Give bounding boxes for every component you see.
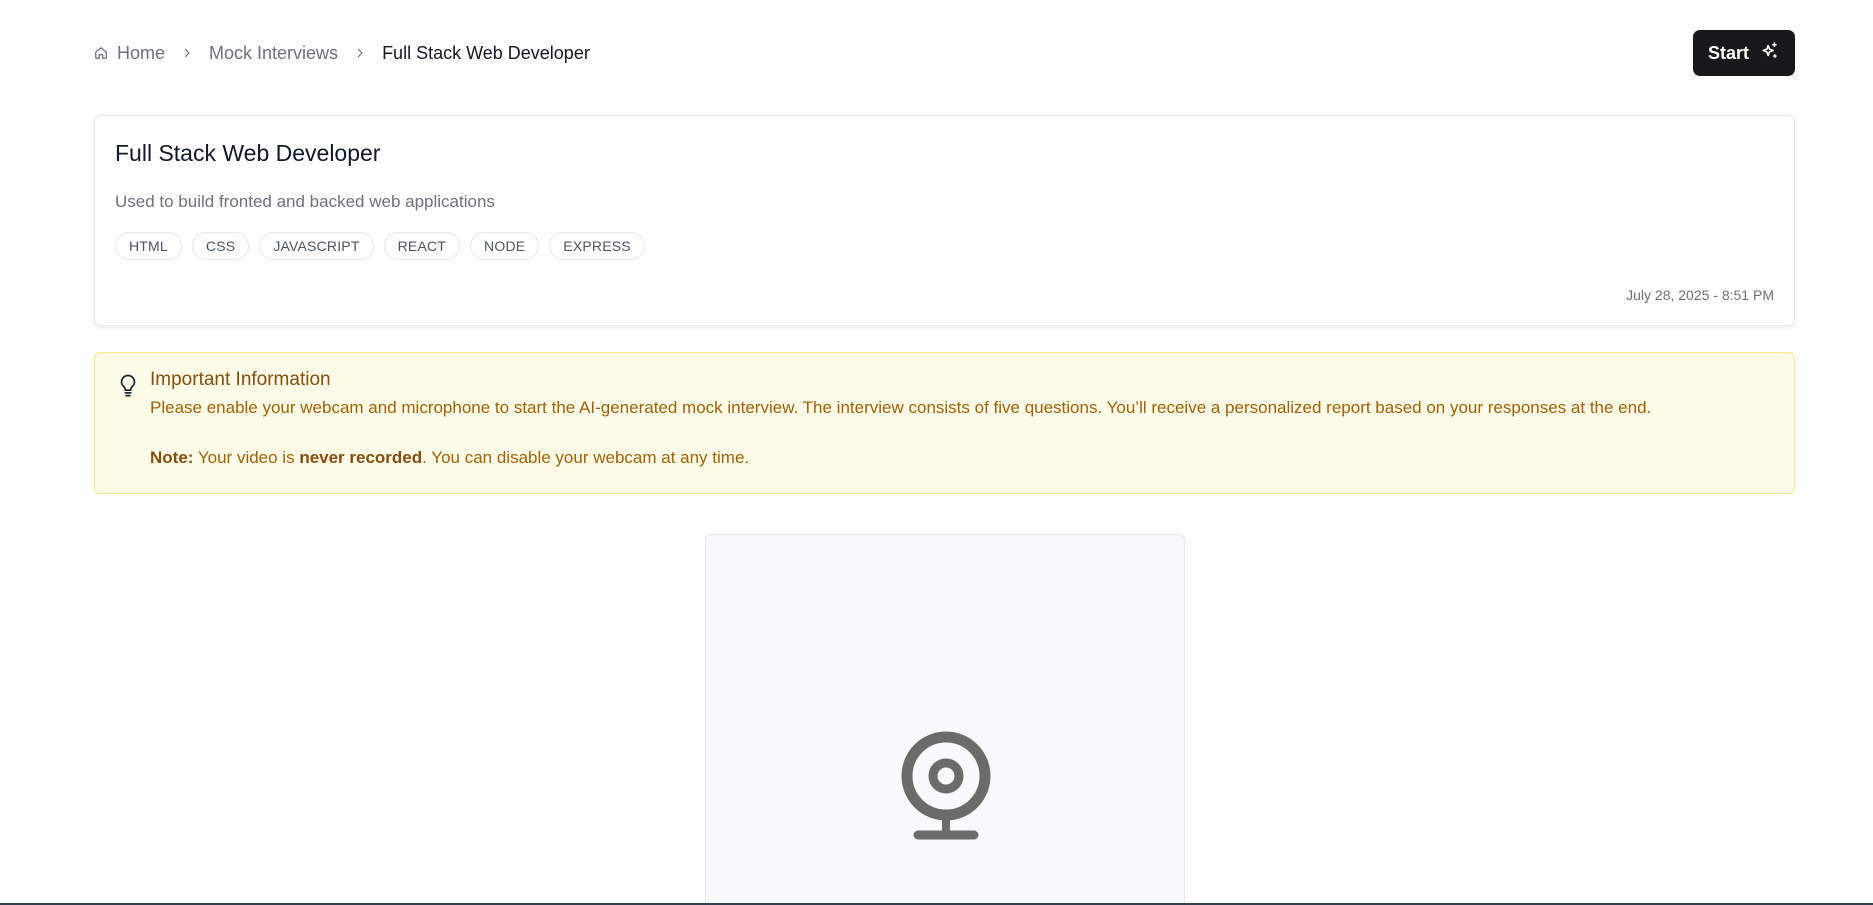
interview-title: Full Stack Web Developer	[115, 140, 381, 166]
info-note: Note: Your video is never recorded. You …	[150, 446, 1774, 470]
info-body: Please enable your webcam and microphone…	[150, 398, 1652, 417]
webcam-preview	[705, 534, 1185, 905]
page: Home Mock Interviews Full Stack Web Deve…	[0, 0, 1873, 905]
breadcrumb-mock-interviews[interactable]: Mock Interviews	[209, 43, 338, 64]
breadcrumb: Home Mock Interviews Full Stack Web Deve…	[94, 43, 590, 64]
tag-list: HTML CSS JAVASCRIPT REACT NODE EXPRESS	[115, 232, 1774, 260]
top-bar: Home Mock Interviews Full Stack Web Deve…	[94, 30, 1795, 76]
interview-date: July 28, 2025 - 8:51 PM	[1626, 287, 1774, 303]
sparkles-icon	[1759, 41, 1779, 66]
interview-card: Full Stack Web Developer Used to build f…	[94, 115, 1795, 326]
tag-express: EXPRESS	[549, 232, 645, 260]
note-text-pre: Your video is	[193, 448, 300, 467]
tag-node: NODE	[470, 232, 540, 260]
breadcrumb-mock-interviews-label: Mock Interviews	[209, 42, 339, 63]
lightbulb-icon	[117, 373, 139, 404]
home-icon	[94, 46, 108, 60]
chevron-right-icon	[354, 47, 366, 59]
important-info-box: Important Information Please enable your…	[94, 352, 1795, 494]
info-title: Important Information	[150, 369, 331, 390]
tag-javascript: JAVASCRIPT	[259, 232, 374, 260]
note-emphasis: never recorded	[299, 448, 423, 467]
start-button[interactable]: Start	[1692, 30, 1795, 76]
breadcrumb-home[interactable]: Home	[94, 43, 165, 64]
tag-react: REACT	[383, 232, 461, 260]
breadcrumb-current: Full Stack Web Developer	[382, 43, 590, 64]
tag-css: CSS	[191, 232, 250, 260]
interview-description: Used to build fronted and backed web app…	[115, 192, 495, 211]
start-button-label: Start	[1707, 42, 1749, 63]
breadcrumb-current-label: Full Stack Web Developer	[382, 42, 590, 63]
tag-html: HTML	[115, 232, 182, 260]
webcam-icon	[899, 729, 993, 846]
note-label: Note:	[150, 448, 194, 467]
note-text-post: . You can disable your webcam at any tim…	[422, 448, 750, 467]
chevron-right-icon	[181, 47, 193, 59]
breadcrumb-home-label: Home	[117, 42, 166, 63]
